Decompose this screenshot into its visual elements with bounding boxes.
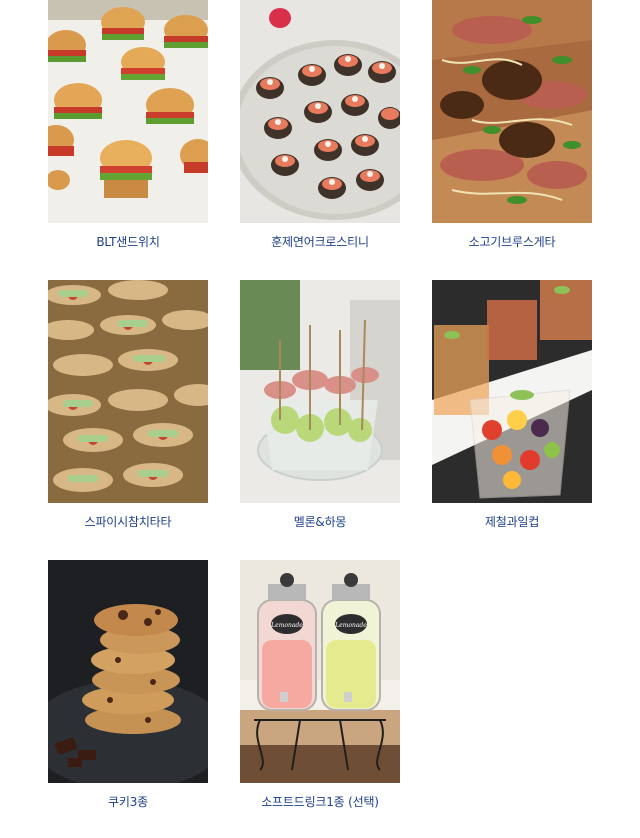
seasonal-fruit-cup-image[interactable] bbox=[432, 280, 592, 503]
menu-item-label: 멜론&하몽 bbox=[293, 515, 347, 529]
menu-item-label: 스파이시참치타타 bbox=[84, 515, 172, 529]
spicy-tuna-tataki-image[interactable] bbox=[48, 280, 208, 503]
melon-jamon-image[interactable] bbox=[240, 280, 400, 503]
menu-item-label: 쿠키3종 bbox=[108, 795, 148, 809]
smoked-salmon-crostini-image[interactable] bbox=[240, 0, 400, 223]
blt-sandwich-image[interactable] bbox=[48, 0, 208, 223]
soft-drink-dispensers-image[interactable]: Lemonade Lemonade bbox=[240, 560, 400, 783]
menu-item-label: 소프트드링크1종 (선택) bbox=[261, 795, 379, 809]
dispenser-label-right: Lemonade bbox=[334, 622, 367, 629]
three-cookies-image[interactable] bbox=[48, 560, 208, 783]
menu-item-label: BLT샌드위치 bbox=[96, 235, 160, 249]
menu-item-label: 훈제연어크로스티니 bbox=[271, 235, 369, 249]
menu-item-label: 소고기브루스게타 bbox=[468, 235, 556, 249]
beef-bruschetta-image[interactable] bbox=[432, 0, 592, 223]
menu-item-label: 제철과일컵 bbox=[484, 515, 540, 529]
dispenser-label-left: Lemonade bbox=[270, 622, 303, 629]
